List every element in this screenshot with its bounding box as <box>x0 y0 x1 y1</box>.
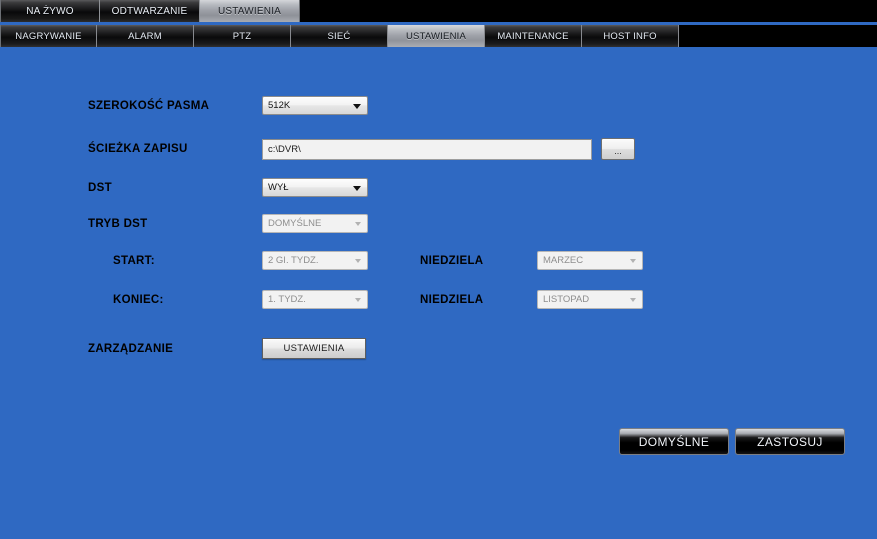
row-dst-mode: TRYB DST DOMYŚLNE <box>88 214 368 233</box>
tab-nagrywanie-label: NAGRYWANIE <box>15 30 82 42</box>
row-record-path: ŚCIEŻKA ZAPISU c:\DVR\ ... <box>88 138 635 160</box>
row-dst-end: KONIEC: 1. TYDZ. NIEDZIELA LISTOPAD <box>113 290 643 309</box>
apply-button-label: ZASTOSUJ <box>757 434 823 449</box>
tab-na-zywo-label: NA ŻYWO <box>26 5 74 17</box>
dst-start-label: START: <box>113 254 155 267</box>
tab-ptz[interactable]: PTZ <box>194 25 291 47</box>
row-management: ZARZĄDZANIE USTAWIENIA <box>88 338 366 359</box>
dst-start-week-value: 2 GI. TYDZ. <box>268 255 319 266</box>
dst-start-week-select[interactable]: 2 GI. TYDZ. <box>262 251 368 270</box>
dvr-settings-window: NA ŻYWO ODTWARZANIE USTAWIENIA NAGRYWANI… <box>0 0 877 539</box>
tab-siec[interactable]: SIEĆ <box>291 25 388 47</box>
record-path-input[interactable]: c:\DVR\ <box>262 138 592 160</box>
secondary-tab-bar-filler <box>679 25 877 47</box>
bandwidth-select[interactable]: 512K <box>262 96 368 115</box>
tab-na-zywo[interactable]: NA ŻYWO <box>0 0 100 22</box>
bandwidth-label: SZEROKOŚĆ PASMA <box>88 99 210 112</box>
secondary-tab-bar: NAGRYWANIE ALARM PTZ SIEĆ USTAWIENIA MAI… <box>0 25 877 47</box>
tab-maintenance-label: MAINTENANCE <box>497 30 569 42</box>
chevron-down-icon <box>355 221 361 226</box>
tab-alarm-label: ALARM <box>128 30 162 42</box>
chevron-down-icon <box>355 258 361 263</box>
dst-select[interactable]: WYŁ <box>262 178 368 197</box>
tab-ustawienia-sub[interactable]: USTAWIENIA <box>388 25 485 47</box>
dst-end-label: KONIEC: <box>113 293 164 306</box>
browse-path-label: ... <box>614 146 622 156</box>
tab-odtwarzanie[interactable]: ODTWARZANIE <box>100 0 200 22</box>
dst-start-month-value: MARZEC <box>543 255 584 266</box>
dst-start-day-label: NIEDZIELA <box>420 254 484 267</box>
row-bandwidth: SZEROKOŚĆ PASMA 512K <box>88 96 368 115</box>
dst-mode-label: TRYB DST <box>88 217 148 230</box>
dst-end-month-value: LISTOPAD <box>543 294 590 305</box>
tab-ustawienia[interactable]: USTAWIENIA <box>200 0 300 22</box>
browse-path-button[interactable]: ... <box>601 138 635 160</box>
row-dst: DST WYŁ <box>88 178 368 197</box>
tab-ustawienia-label: USTAWIENIA <box>217 5 282 17</box>
tab-alarm[interactable]: ALARM <box>97 25 194 47</box>
tab-maintenance[interactable]: MAINTENANCE <box>485 25 582 47</box>
dst-end-week-select[interactable]: 1. TYDZ. <box>262 290 368 309</box>
default-button-label: DOMYŚLNE <box>638 434 710 449</box>
bandwidth-value: 512K <box>268 100 291 111</box>
record-path-label: ŚCIEŻKA ZAPISU <box>88 143 188 155</box>
management-settings-label: USTAWIENIA <box>283 343 345 354</box>
tab-ustawienia-sub-label: USTAWIENIA <box>405 30 467 42</box>
dst-label: DST <box>88 181 112 194</box>
dst-end-week-value: 1. TYDZ. <box>268 294 306 305</box>
chevron-down-icon <box>353 103 361 109</box>
dst-mode-select[interactable]: DOMYŚLNE <box>262 214 368 233</box>
default-button[interactable]: DOMYŚLNE <box>619 428 729 455</box>
settings-form: SZEROKOŚĆ PASMA 512K ŚCIEŻKA ZAPISU c:\D… <box>0 50 877 539</box>
tab-siec-label: SIEĆ <box>327 30 351 42</box>
chevron-down-icon <box>355 297 361 302</box>
apply-button[interactable]: ZASTOSUJ <box>735 428 845 455</box>
dst-start-month-select[interactable]: MARZEC <box>537 251 643 270</box>
tab-nagrywanie[interactable]: NAGRYWANIE <box>0 25 97 47</box>
primary-tab-bar: NA ŻYWO ODTWARZANIE USTAWIENIA <box>0 0 877 22</box>
tab-host-info-label: HOST INFO <box>603 30 657 42</box>
primary-tab-bar-filler <box>300 0 877 22</box>
chevron-down-icon <box>630 297 636 302</box>
dst-end-month-select[interactable]: LISTOPAD <box>537 290 643 309</box>
row-dst-start: START: 2 GI. TYDZ. NIEDZIELA MARZEC <box>113 251 643 270</box>
dst-value: WYŁ <box>268 182 289 193</box>
management-label: ZARZĄDZANIE <box>88 342 174 355</box>
dst-end-day-label: NIEDZIELA <box>420 293 484 306</box>
tab-odtwarzanie-label: ODTWARZANIE <box>111 5 188 17</box>
tab-ptz-label: PTZ <box>232 30 252 42</box>
chevron-down-icon <box>353 185 361 191</box>
tab-host-info[interactable]: HOST INFO <box>582 25 679 47</box>
record-path-value: c:\DVR\ <box>268 143 301 155</box>
chevron-down-icon <box>630 258 636 263</box>
dst-mode-value: DOMYŚLNE <box>268 218 322 229</box>
management-settings-button[interactable]: USTAWIENIA <box>262 338 366 359</box>
